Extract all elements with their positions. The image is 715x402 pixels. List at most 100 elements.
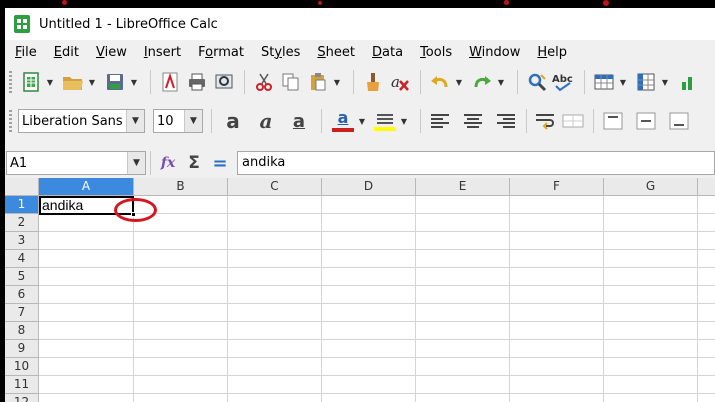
grid-line [39,285,715,286]
save-dropdown[interactable]: ▼ [129,69,139,95]
align-right-icon[interactable] [493,108,519,134]
print-icon[interactable] [184,69,210,95]
align-left-icon[interactable] [427,108,453,134]
align-center-icon[interactable] [460,108,486,134]
menu-format[interactable]: Format [188,45,251,60]
row-header-4[interactable]: 4 [5,250,39,268]
title-bar: Untitled 1 - LibreOffice Calc [5,8,715,40]
row-icon[interactable] [591,69,617,95]
menu-styles[interactable]: Styles [251,45,307,60]
row-dropdown[interactable]: ▼ [618,69,628,95]
align-bottom-icon[interactable] [666,108,692,134]
chevron-down-icon[interactable]: ▼ [127,152,145,174]
font-name-value[interactable]: Liberation Sans [19,114,126,129]
column-header-h[interactable] [698,178,715,196]
column-header-e[interactable]: E [416,178,510,196]
menu-sheet[interactable]: Sheet [307,45,362,60]
italic-icon[interactable]: a [253,108,279,134]
row-header-6[interactable]: 6 [5,286,39,304]
grid-line [321,196,322,402]
merge-cells-icon[interactable] [560,108,586,134]
window-title: Untitled 1 - LibreOffice Calc [39,16,218,32]
row-header-7[interactable]: 7 [5,304,39,322]
font-color-swatch [332,128,354,132]
spreadsheet-grid[interactable]: A B C D E F G 1 2 3 4 5 6 7 8 9 10 11 12 [5,178,715,402]
formula-input[interactable]: andika [237,151,715,175]
column-header-g[interactable]: G [604,178,698,196]
wrap-text-icon[interactable] [533,108,559,134]
toolbar-separator [211,109,212,133]
column-icon[interactable] [633,69,659,95]
row-header-12[interactable]: 12 [5,394,39,402]
print-preview-icon[interactable] [211,69,237,95]
toolbar-separator [420,109,421,133]
column-header-d[interactable]: D [322,178,416,196]
font-color-dropdown[interactable]: ▼ [357,108,367,134]
align-top-icon[interactable] [600,108,626,134]
new-dropdown[interactable]: ▼ [45,69,55,95]
menu-data[interactable]: Data [362,45,410,60]
menu-window[interactable]: Window [459,45,527,60]
column-header-b[interactable]: B [134,178,228,196]
align-middle-icon[interactable] [633,108,659,134]
row-header-10[interactable]: 10 [5,358,39,376]
menu-tools[interactable]: Tools [410,45,459,60]
export-pdf-icon[interactable] [157,69,183,95]
bold-icon[interactable]: a [220,108,246,134]
formula-icon[interactable]: = [207,151,233,175]
redo-icon[interactable] [469,69,495,95]
chevron-down-icon[interactable]: ▼ [184,110,202,132]
row-header-5[interactable]: 5 [5,268,39,286]
column-header-f[interactable]: F [510,178,604,196]
highlight-color-dropdown[interactable]: ▼ [399,108,409,134]
insert-chart-icon[interactable] [675,69,701,95]
name-box-value[interactable]: A1 [7,156,127,171]
select-all-corner[interactable] [5,178,39,196]
font-size-combo[interactable]: 10 ▼ [153,109,203,133]
toolbar-grip[interactable] [9,71,12,93]
column-header-c[interactable]: C [228,178,322,196]
name-box[interactable]: A1 ▼ [6,151,146,175]
new-icon[interactable] [18,69,44,95]
menu-edit[interactable]: Edit [44,45,86,60]
row-header-8[interactable]: 8 [5,322,39,340]
underline-icon[interactable]: a [286,108,312,134]
open-dropdown[interactable]: ▼ [87,69,97,95]
menu-insert[interactable]: Insert [134,45,188,60]
save-icon[interactable] [102,69,128,95]
toolbar-grip[interactable] [9,110,12,132]
copy-icon[interactable] [278,69,304,95]
toolbar-separator [150,151,151,175]
clear-formatting-icon[interactable]: a [387,69,413,95]
find-replace-icon[interactable] [524,69,550,95]
undo-dropdown[interactable]: ▼ [454,69,464,95]
highlight-color-icon[interactable] [372,108,398,134]
spelling-icon[interactable]: Abc [551,69,577,95]
row-header-2[interactable]: 2 [5,214,39,232]
open-icon[interactable] [60,69,86,95]
menu-view[interactable]: View [86,45,134,60]
sum-icon[interactable]: Σ [181,151,207,175]
cut-icon[interactable] [251,69,277,95]
row-header-9[interactable]: 9 [5,340,39,358]
clone-formatting-icon[interactable] [360,69,386,95]
row-header-3[interactable]: 3 [5,232,39,250]
svg-text:a: a [391,73,400,91]
font-color-icon[interactable]: a [330,108,356,134]
row-header-11[interactable]: 11 [5,376,39,394]
chevron-down-icon[interactable]: ▼ [126,110,144,132]
toolbar-separator [353,70,354,94]
redo-dropdown[interactable]: ▼ [496,69,506,95]
column-header-a[interactable]: A [39,178,134,196]
menu-file[interactable]: File [5,45,44,60]
column-dropdown[interactable]: ▼ [660,69,670,95]
undo-icon[interactable] [427,69,453,95]
menu-help[interactable]: Help [527,45,574,60]
paste-icon[interactable] [305,69,331,95]
grid-line [39,231,715,232]
row-header-1[interactable]: 1 [5,196,39,214]
paste-dropdown[interactable]: ▼ [332,69,342,95]
font-name-combo[interactable]: Liberation Sans ▼ [18,109,145,133]
font-size-value[interactable]: 10 [154,114,184,129]
function-wizard-icon[interactable]: fx [155,151,181,175]
